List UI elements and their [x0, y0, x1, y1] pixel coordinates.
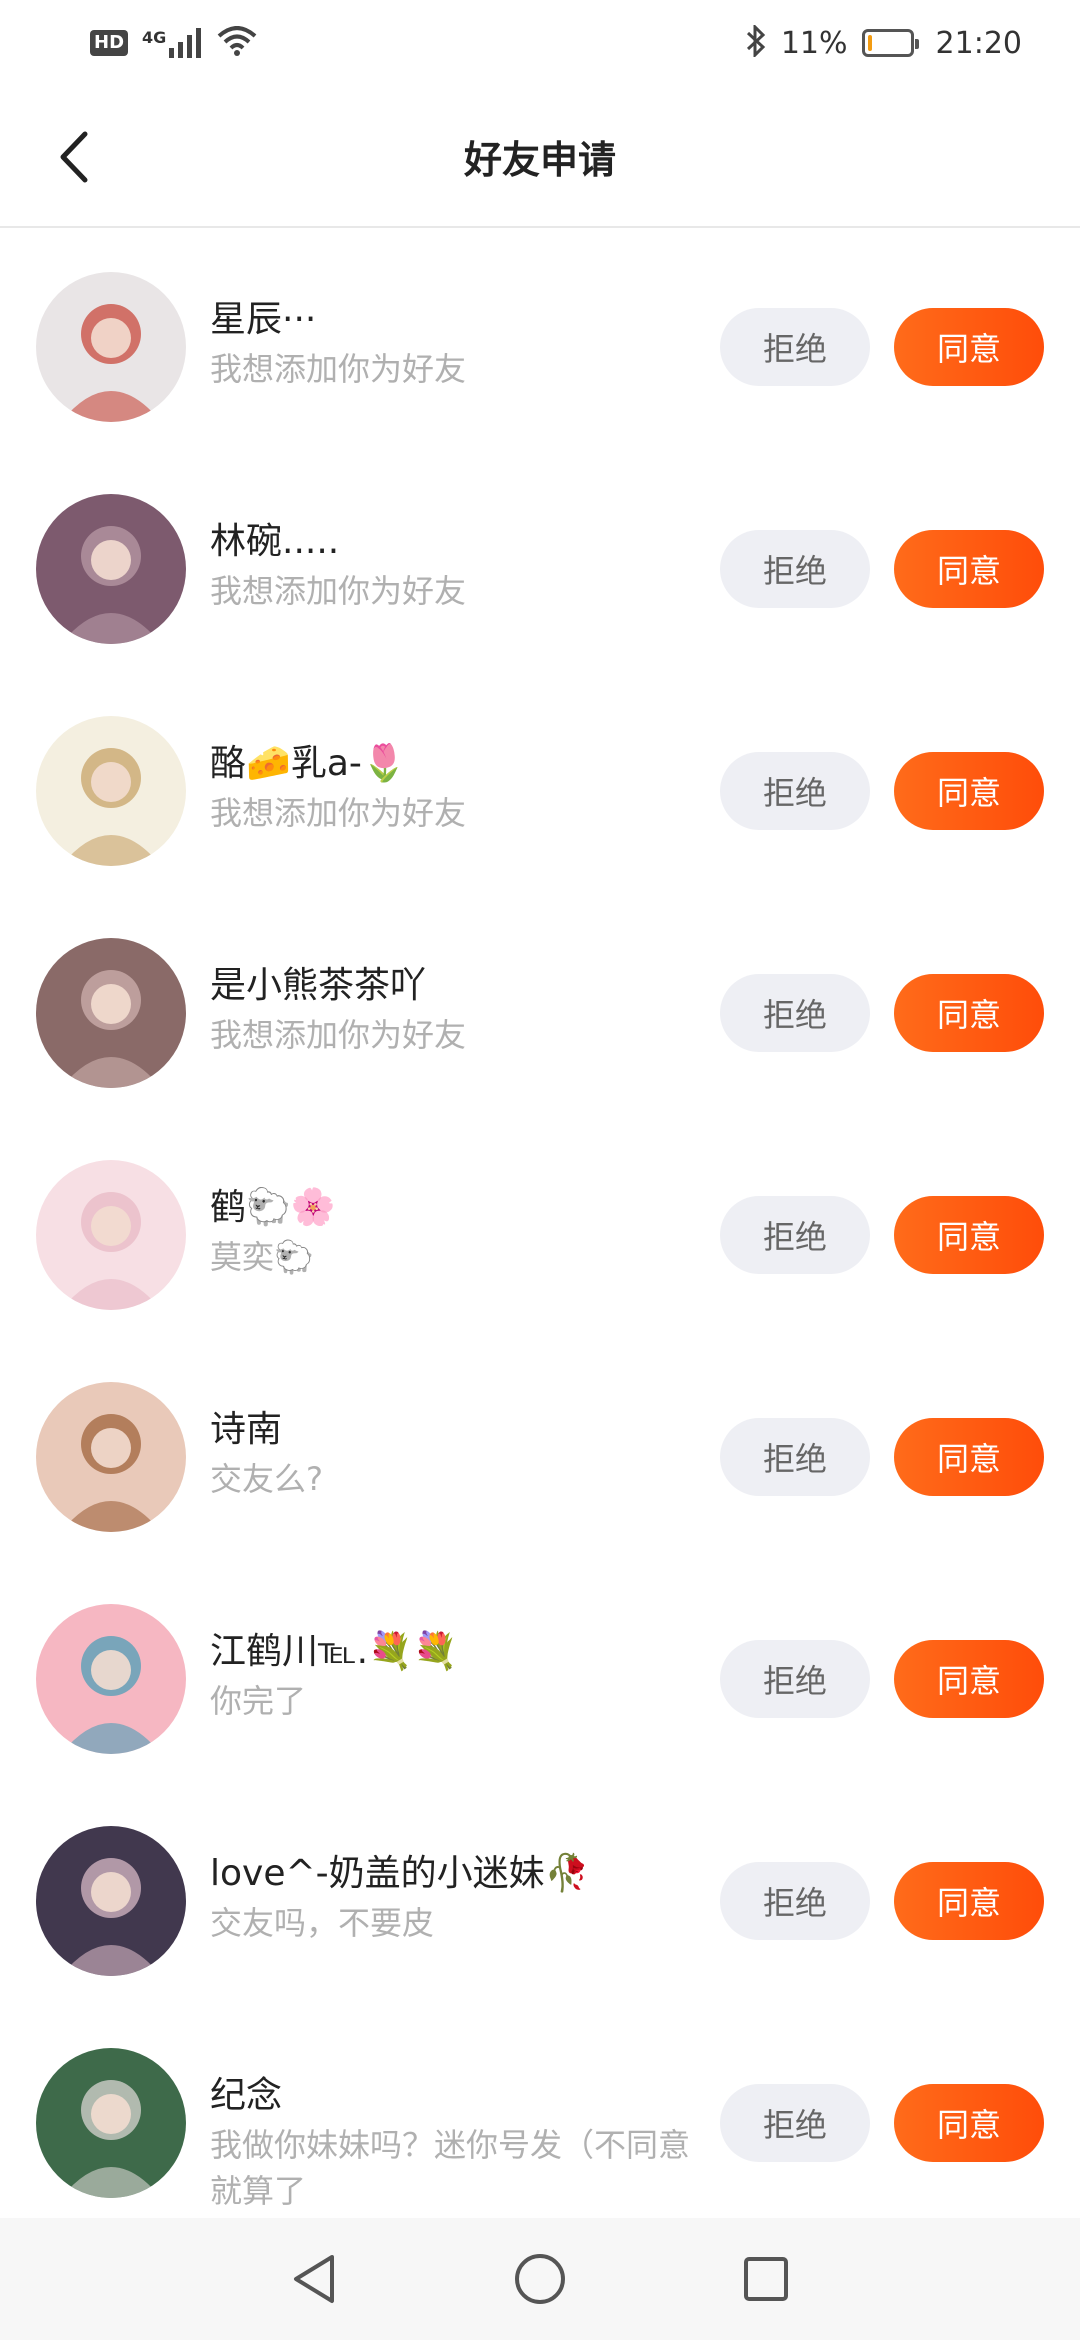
triangle-back-icon: [294, 2255, 334, 2303]
back-arrow-icon: [60, 131, 88, 183]
friend-request-list: 星辰··· 我想添加你为好友 拒绝 同意 林碗..... 我想添加你为好友 拒绝 同意 酪🧀乳a…: [0, 228, 1080, 2226]
request-message: 我做你妹妹吗？迷你号发（不同意就算了: [210, 2126, 691, 2210]
requester-name: 纪念: [210, 2075, 283, 2116]
signal-icon: 4G: [142, 28, 203, 58]
request-info: 星辰··· 我想添加你为好友: [210, 296, 690, 392]
back-button[interactable]: [44, 122, 104, 192]
requester-name: 星辰···: [210, 299, 317, 340]
hd-badge: HD: [90, 30, 129, 56]
accept-button[interactable]: 同意: [894, 1196, 1044, 1274]
request-info: love^-奶盖的小迷妹🥀 交友吗，不要皮: [210, 1850, 690, 1946]
avatar[interactable]: [36, 494, 186, 644]
battery-percent: 11%: [780, 25, 848, 61]
request-info: 诗南交友么?: [210, 1406, 690, 1502]
friend-request-row: love^-奶盖的小迷妹🥀 交友吗，不要皮 拒绝 同意: [0, 1782, 1080, 2004]
reject-button[interactable]: 拒绝: [720, 530, 870, 608]
wifi-icon: [217, 26, 257, 60]
avatar-image: [36, 1382, 186, 1532]
avatar[interactable]: [36, 2048, 186, 2198]
requester-name: 鹤🐑🌸: [210, 1187, 336, 1228]
avatar-image: [36, 1826, 186, 1976]
request-info: 纪念我做你妹妹吗？迷你号发（不同意就算了: [210, 2072, 690, 2214]
friend-request-row: 诗南交友么? 拒绝 同意: [0, 1338, 1080, 1560]
accept-button[interactable]: 同意: [894, 752, 1044, 830]
status-left: HD 4G: [90, 26, 257, 60]
request-info: 江鹤川℡.💐💐 你完了: [210, 1628, 690, 1724]
request-message: 我想添加你为好友: [210, 1016, 467, 1054]
avatar-image: [36, 1604, 186, 1754]
accept-button[interactable]: 同意: [894, 1640, 1044, 1718]
avatar[interactable]: [36, 1604, 186, 1754]
avatar[interactable]: [36, 716, 186, 866]
reject-button[interactable]: 拒绝: [720, 1640, 870, 1718]
request-message: 交友吗，不要皮: [210, 1904, 435, 1942]
requester-name: 江鹤川℡.💐💐: [210, 1631, 458, 1672]
avatar-image: [36, 1160, 186, 1310]
avatar-image: [36, 494, 186, 644]
request-message: 我想添加你为好友: [210, 350, 467, 388]
accept-button[interactable]: 同意: [894, 308, 1044, 386]
avatar[interactable]: [36, 1382, 186, 1532]
friend-request-row: 林碗..... 我想添加你为好友 拒绝 同意: [0, 450, 1080, 672]
avatar-image: [36, 272, 186, 422]
request-message: 我想添加你为好友: [210, 794, 467, 832]
requester-name: 是小熊茶茶吖: [210, 965, 427, 1006]
header: 好友申请: [0, 86, 1080, 228]
friend-request-row: 星辰··· 我想添加你为好友 拒绝 同意: [0, 228, 1080, 450]
requester-name: 诗南: [210, 1409, 283, 1450]
system-nav-bar: [0, 2218, 1080, 2340]
friend-request-row: 鹤🐑🌸 莫奕🐑 拒绝 同意: [0, 1116, 1080, 1338]
accept-button[interactable]: 同意: [894, 1862, 1044, 1940]
reject-button[interactable]: 拒绝: [720, 1862, 870, 1940]
reject-button[interactable]: 拒绝: [720, 2084, 870, 2162]
requester-name: love^-奶盖的小迷妹🥀: [210, 1853, 590, 1894]
nav-home-button[interactable]: [512, 2251, 568, 2307]
avatar[interactable]: [36, 1160, 186, 1310]
request-message: 交友么?: [210, 1460, 323, 1498]
accept-button[interactable]: 同意: [894, 1418, 1044, 1496]
avatar-image: [36, 2048, 186, 2198]
friend-request-row: 纪念我做你妹妹吗？迷你号发（不同意就算了 拒绝 同意: [0, 2004, 1080, 2226]
page-title: 好友申请: [463, 137, 616, 182]
reject-button[interactable]: 拒绝: [720, 1196, 870, 1274]
avatar-image: [36, 716, 186, 866]
nav-back-button[interactable]: [286, 2251, 342, 2307]
request-info: 酪🧀乳a-🌷 我想添加你为好友: [210, 740, 690, 836]
requester-name: 酪🧀乳a-🌷: [210, 743, 407, 784]
request-message: 我想添加你为好友: [210, 572, 467, 610]
status-bar: HD 4G 11% 21:20: [0, 0, 1080, 86]
avatar[interactable]: [36, 938, 186, 1088]
request-message: 莫奕🐑: [210, 1238, 314, 1276]
friend-request-row: 酪🧀乳a-🌷 我想添加你为好友 拒绝 同意: [0, 672, 1080, 894]
avatar[interactable]: [36, 272, 186, 422]
request-info: 是小熊茶茶吖我想添加你为好友: [210, 962, 690, 1058]
reject-button[interactable]: 拒绝: [720, 752, 870, 830]
avatar[interactable]: [36, 1826, 186, 1976]
battery-fill: [867, 35, 872, 51]
bluetooth-icon: [745, 23, 767, 61]
reject-button[interactable]: 拒绝: [720, 308, 870, 386]
accept-button[interactable]: 同意: [894, 2084, 1044, 2162]
square-recents-icon: [744, 2257, 788, 2301]
avatar-image: [36, 938, 186, 1088]
accept-button[interactable]: 同意: [894, 974, 1044, 1052]
status-right: 11% 21:20: [745, 23, 1022, 61]
clock: 21:20: [935, 25, 1022, 61]
friend-request-row: 是小熊茶茶吖 我想添加你为好友 拒绝 同意: [0, 894, 1080, 1116]
accept-button[interactable]: 同意: [894, 530, 1044, 608]
reject-button[interactable]: 拒绝: [720, 1418, 870, 1496]
request-info: 鹤🐑🌸 莫奕🐑: [210, 1184, 690, 1280]
network-type: 4G: [142, 28, 167, 47]
battery-icon: [861, 29, 919, 57]
request-message: 你完了: [210, 1682, 307, 1720]
request-info: 林碗..... 我想添加你为好友: [210, 518, 690, 614]
reject-button[interactable]: 拒绝: [720, 974, 870, 1052]
friend-request-row: 江鹤川℡.💐💐 你完了 拒绝 同意: [0, 1560, 1080, 1782]
requester-name: 林碗.....: [210, 521, 340, 562]
circle-home-icon: [515, 2254, 565, 2304]
nav-recents-button[interactable]: [738, 2251, 794, 2307]
